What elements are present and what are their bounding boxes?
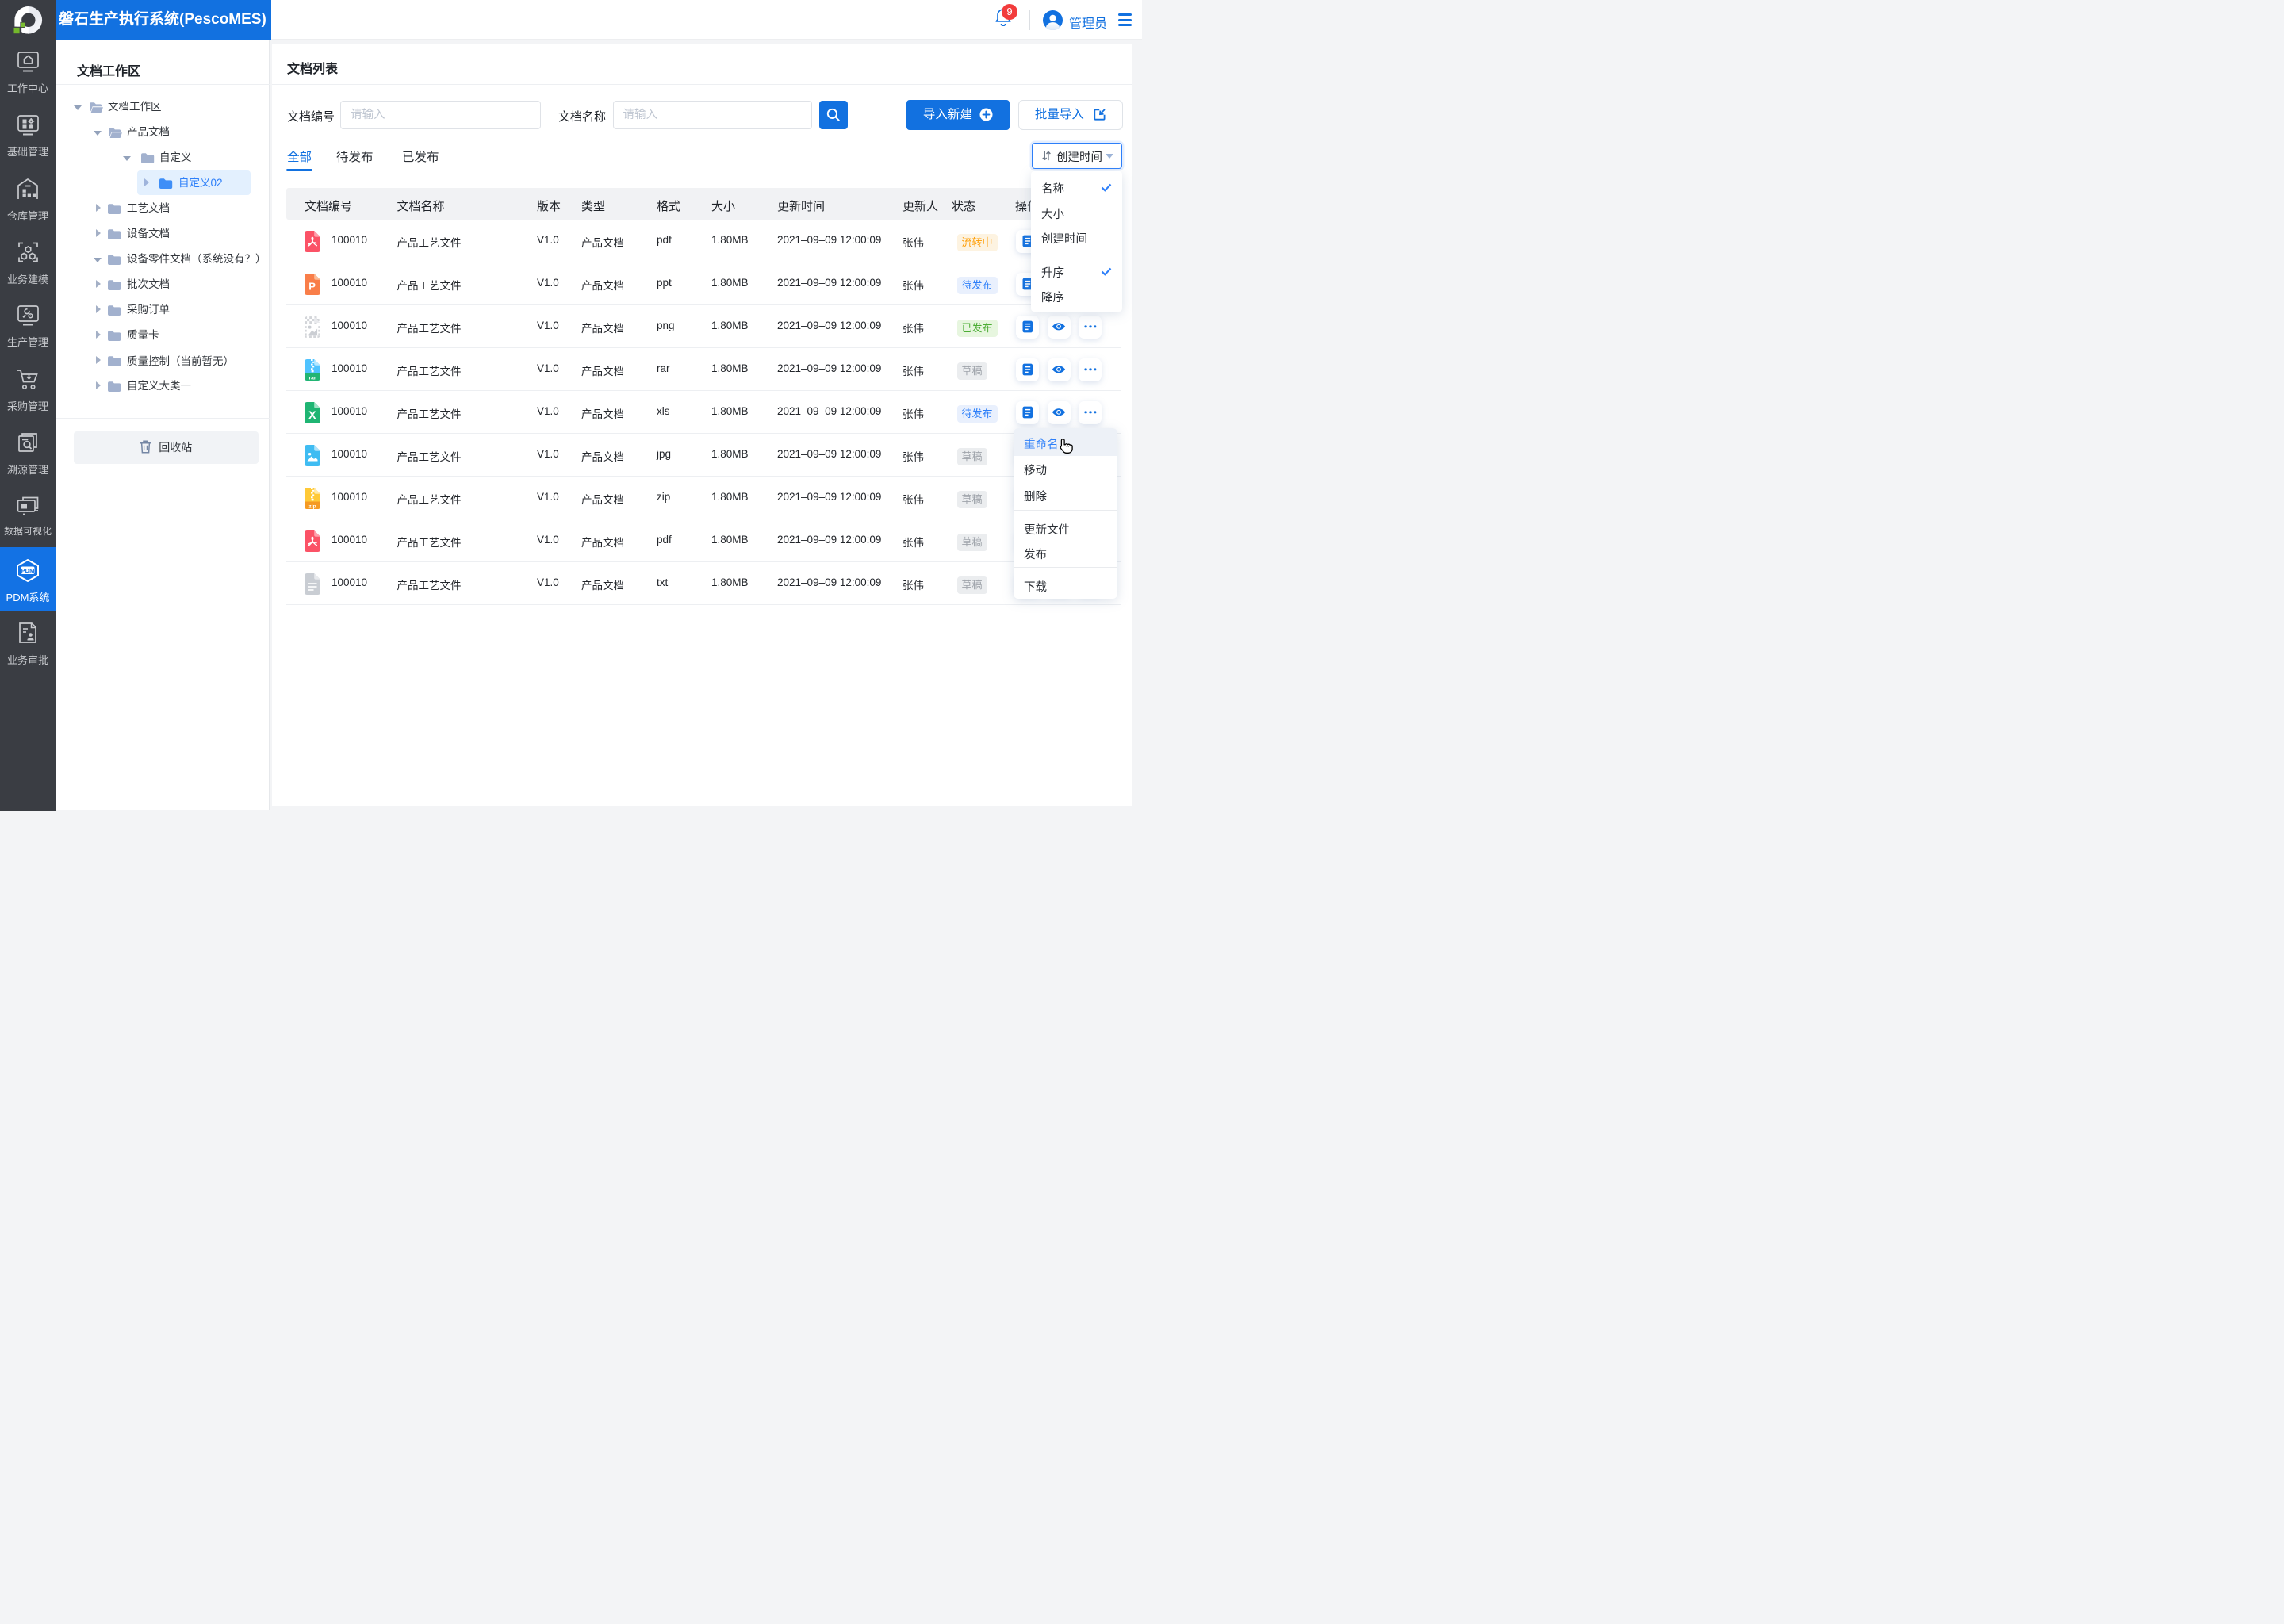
svg-text:PDM: PDM — [21, 567, 35, 574]
